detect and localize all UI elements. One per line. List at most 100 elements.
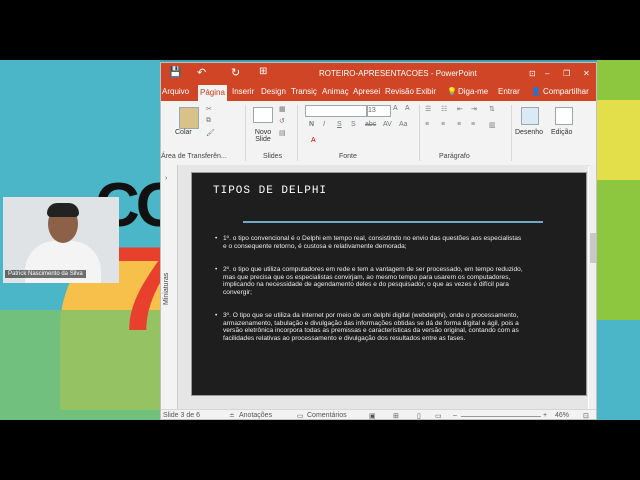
italic-icon[interactable]: I bbox=[323, 121, 325, 128]
align-left-icon[interactable]: ≡ bbox=[425, 121, 429, 128]
slide-bullet-1[interactable]: • 1º. o tipo convencional é o Delphi em t… bbox=[215, 235, 523, 250]
redo-icon[interactable]: ↻ bbox=[231, 66, 240, 79]
tell-me-box[interactable]: Diga-me bbox=[458, 87, 488, 96]
align-right-icon[interactable]: ≡ bbox=[457, 121, 461, 128]
tab-transicoes[interactable]: Transiç bbox=[291, 87, 317, 96]
cut-icon[interactable]: ✂ bbox=[206, 105, 212, 113]
thumbnail-pane-label: Miniaturas bbox=[163, 272, 170, 305]
separator bbox=[511, 105, 512, 161]
vertical-scrollbar[interactable] bbox=[589, 165, 596, 409]
tab-revisao[interactable]: Revisão bbox=[385, 87, 414, 96]
bg-teal bbox=[597, 320, 640, 420]
expand-pane-icon[interactable]: › bbox=[165, 175, 167, 182]
tab-arquivo[interactable]: Arquivo bbox=[162, 87, 189, 96]
ribbon-tabs: Arquivo Página Inserir Design Transiç An… bbox=[161, 85, 596, 101]
group-paragraph-label: Parágrafo bbox=[439, 153, 470, 160]
bullets-icon[interactable]: ☰ bbox=[425, 105, 431, 113]
separator bbox=[245, 105, 246, 161]
bullet-text: 2º. o tipo que utiliza computadores em r… bbox=[223, 266, 523, 296]
tab-apresentacao[interactable]: Apresei bbox=[353, 87, 380, 96]
drawing-icon[interactable] bbox=[521, 107, 539, 125]
shrink-font-icon[interactable]: A bbox=[405, 105, 410, 112]
format-painter-icon[interactable]: 🖌 bbox=[206, 129, 215, 137]
tab-pagina[interactable]: Página bbox=[198, 85, 227, 101]
notes-button[interactable]: Anotações bbox=[239, 412, 272, 419]
tab-inserir[interactable]: Inserir bbox=[232, 87, 254, 96]
paste-button[interactable]: Colar bbox=[175, 129, 192, 136]
case-icon[interactable]: Aa bbox=[399, 121, 408, 128]
undo-icon[interactable]: ↶ bbox=[197, 66, 206, 79]
sorter-view-icon[interactable]: ⊞ bbox=[393, 412, 399, 419]
shadow-icon[interactable]: S bbox=[351, 121, 356, 128]
font-size-select[interactable]: 13 bbox=[367, 105, 391, 117]
editing-button[interactable]: Edição bbox=[551, 129, 572, 136]
align-center-icon[interactable]: ≡ bbox=[441, 121, 445, 128]
webcam-hair bbox=[47, 203, 79, 217]
grow-font-icon[interactable]: A bbox=[393, 105, 398, 112]
group-clipboard-label: Área de Transferên... bbox=[161, 153, 227, 160]
increase-indent-icon[interactable]: ⇥ bbox=[471, 105, 477, 113]
find-icon[interactable] bbox=[555, 107, 573, 125]
close-button[interactable]: ✕ bbox=[583, 69, 590, 78]
new-slide-button[interactable]: Novo Slide bbox=[251, 129, 275, 143]
person-icon: 👤 bbox=[531, 87, 541, 96]
ribbon-options-icon[interactable]: ⊡ bbox=[529, 69, 536, 78]
columns-icon[interactable]: ▥ bbox=[489, 121, 496, 129]
powerpoint-window: 💾 ↶ ↻ ⊞ ROTEIRO-APRESENTACOES - PowerPoi… bbox=[160, 62, 597, 420]
present-icon[interactable]: ⊞ bbox=[259, 66, 267, 77]
zoom-slider[interactable] bbox=[461, 416, 541, 417]
reading-view-icon[interactable]: ▯ bbox=[417, 412, 421, 419]
zoom-in-icon[interactable]: + bbox=[543, 412, 547, 419]
bold-icon[interactable]: N bbox=[309, 121, 314, 128]
font-color-icon[interactable]: A bbox=[311, 137, 316, 144]
strikethrough-icon[interactable]: abc bbox=[365, 121, 376, 128]
justify-icon[interactable]: ≡ bbox=[471, 121, 475, 128]
drawing-button[interactable]: Desenho bbox=[515, 129, 543, 136]
normal-view-icon[interactable]: ▣ bbox=[369, 412, 376, 419]
slide-bullet-3[interactable]: • 3º. O tipo que se utiliza da internet p… bbox=[215, 312, 523, 342]
text-direction-icon[interactable]: ⇅ bbox=[489, 105, 495, 113]
zoom-level[interactable]: 46% bbox=[555, 412, 569, 419]
spacing-icon[interactable]: AV bbox=[383, 121, 392, 128]
bullet-text: 1º. o tipo convencional é o Delphi em te… bbox=[223, 235, 522, 250]
thumbnail-pane[interactable]: › Miniaturas bbox=[161, 165, 178, 409]
zoom-out-icon[interactable]: – bbox=[453, 412, 457, 419]
restore-button[interactable]: ❐ bbox=[563, 69, 570, 78]
share-button[interactable]: Compartilhar bbox=[543, 87, 589, 96]
reset-icon[interactable]: ↺ bbox=[279, 117, 285, 125]
section-icon[interactable]: ▤ bbox=[279, 129, 286, 137]
slide-counter: Slide 3 de 6 bbox=[163, 412, 200, 419]
paste-icon[interactable] bbox=[179, 107, 199, 129]
comments-button[interactable]: Comentários bbox=[307, 412, 347, 419]
slide-title[interactable]: TIPOS DE DELPHI bbox=[213, 185, 327, 197]
bullet-marker: • bbox=[215, 312, 218, 319]
layout-icon[interactable]: ▦ bbox=[279, 105, 286, 113]
title-bar: 💾 ↶ ↻ ⊞ ROTEIRO-APRESENTACOES - PowerPoi… bbox=[161, 63, 596, 85]
sign-in-link[interactable]: Entrar bbox=[498, 87, 520, 96]
slideshow-view-icon[interactable]: ▭ bbox=[435, 412, 442, 419]
status-bar: Slide 3 de 6 ≐ Anotações ▭ Comentários ▣… bbox=[161, 409, 596, 419]
tab-design[interactable]: Design bbox=[261, 87, 286, 96]
scrollbar-thumb[interactable] bbox=[590, 233, 596, 263]
decrease-indent-icon[interactable]: ⇤ bbox=[457, 105, 463, 113]
minimize-button[interactable]: – bbox=[545, 69, 549, 78]
group-slides-label: Slides bbox=[263, 153, 283, 160]
ribbon: Colar ✂ ⧉ 🖌 Área de Transferên... Novo S… bbox=[161, 101, 596, 166]
new-slide-icon[interactable] bbox=[253, 107, 273, 123]
bullet-text: 3º. O tipo que se utiliza da internet po… bbox=[223, 312, 519, 342]
copy-icon[interactable]: ⧉ bbox=[206, 117, 211, 125]
right-background bbox=[597, 60, 640, 420]
underline-icon[interactable]: S bbox=[337, 121, 342, 128]
save-icon[interactable]: 💾 bbox=[169, 67, 181, 78]
group-font-label: Fonte bbox=[339, 153, 357, 160]
comments-icon[interactable]: ▭ bbox=[297, 412, 304, 419]
slide-bullet-2[interactable]: • 2º. o tipo que utiliza computadores em … bbox=[215, 266, 523, 296]
tab-animacoes[interactable]: Animaç bbox=[322, 87, 349, 96]
font-family-select[interactable] bbox=[305, 105, 367, 117]
notes-icon[interactable]: ≐ bbox=[229, 412, 235, 419]
separator bbox=[297, 105, 298, 161]
fit-slide-icon[interactable]: ⊡ bbox=[583, 412, 589, 419]
tab-exibir[interactable]: Exibir bbox=[416, 87, 436, 96]
bullet-marker: • bbox=[215, 266, 218, 273]
numbering-icon[interactable]: ☷ bbox=[441, 105, 447, 113]
